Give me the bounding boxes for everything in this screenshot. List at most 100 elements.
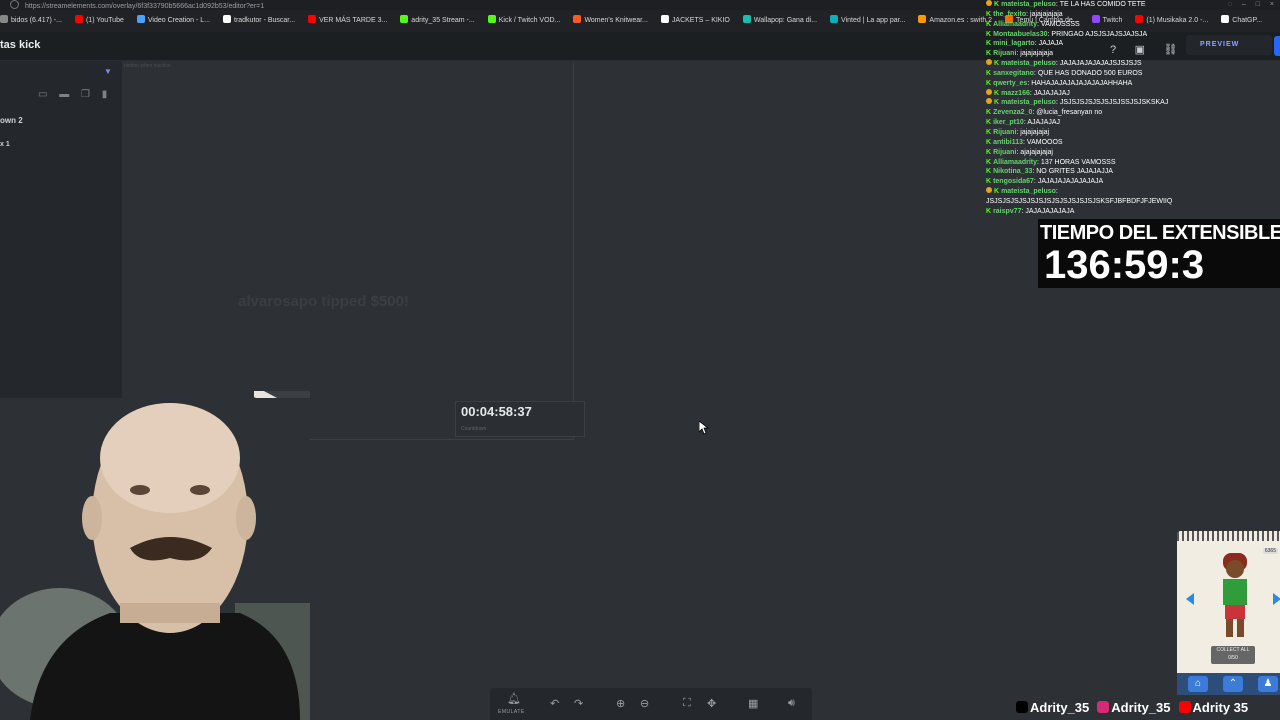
chat-message: Kiker_pt10: AJAJAJAJ — [986, 118, 1280, 128]
chat-username: Alliamaadrity — [993, 158, 1038, 166]
chat-username: sanxegitano — [993, 69, 1034, 77]
redo-icon[interactable]: ↷ — [574, 697, 583, 710]
chat-message: Kmazz166: JAJAJAJAJ — [986, 88, 1280, 99]
kick-badge-icon: K — [994, 60, 1000, 68]
chat-username: mateista_peluso — [1001, 188, 1056, 196]
url-text[interactable]: https://streamelements.com/overlay/6f3f3… — [25, 3, 264, 10]
chat-message: Kantibi113: VAMOOOS — [986, 138, 1280, 148]
game-nav: ⌂ ⌃ ♟ — [1177, 673, 1280, 695]
game-widget: 6365 COLLECT ALL 0/50 ⌂ ⌃ ♟ — [1177, 531, 1280, 695]
chat-text: NO GRITES JAJAJAJJA — [1036, 168, 1113, 176]
kick-badge-icon: K — [986, 40, 992, 48]
chat-message: K Rijuani: ajajajajajaj — [986, 148, 1280, 158]
overlay-title: tas kick — [0, 39, 41, 51]
chat-text: PRINGAO AJSJSJAJSJAJSJA — [1051, 30, 1148, 38]
chat-username: mateista_peluso — [1001, 60, 1056, 68]
chat-username: Montaabuelas30 — [993, 30, 1048, 38]
site-info-icon[interactable] — [10, 0, 19, 9]
bookmark-item[interactable]: bidos (6.417) -... — [0, 10, 62, 32]
chat-username: Rijuani — [993, 50, 1017, 58]
chat-text: QUE HAS DONADO 500 EUROS — [1037, 69, 1143, 77]
chat-message: K Rijuani: jajajajajaja — [986, 49, 1280, 59]
bookmark-favicon-icon — [830, 15, 839, 23]
social-handle: Adrity_35 — [1016, 700, 1089, 715]
webcam-feed — [0, 398, 310, 720]
chat-username: Alliamaadrity — [993, 20, 1038, 28]
chat-username: Rijuani — [993, 128, 1017, 136]
folder-icon[interactable]: ▬ — [59, 89, 69, 100]
bookmark-item[interactable]: Kick / Twitch VOD... — [487, 10, 560, 32]
chat-message: K Zevenza2_0: @lucia_fresanyan no — [986, 108, 1280, 118]
kick-badge-icon: K — [986, 128, 992, 136]
chat-text: ajajajajajaj — [1020, 148, 1053, 156]
bookmark-item[interactable]: Amazon.es : swith 2 — [918, 10, 992, 32]
emulate-button[interactable]: EMULATE — [498, 709, 525, 715]
widget-frame[interactable] — [124, 63, 574, 440]
folder-add-icon[interactable]: ▭ — [38, 89, 47, 100]
chat-text: HAHAJAJAJAJAJAJAJAHHAHA — [1031, 79, 1133, 87]
bookmark-favicon-icon — [223, 15, 231, 23]
moderator-badge-icon — [986, 0, 992, 6]
next-arrow-icon[interactable] — [1273, 593, 1280, 605]
bookmark-favicon-icon — [573, 15, 582, 23]
chat-message: JSJSJSJSJSJSJSJSJSJSJSJSJSJSKSFJBFBDFJFJ… — [986, 197, 1280, 207]
bookmark-item[interactable]: Wallapop: Gana di... — [742, 10, 818, 32]
coin-count: 6365 — [1262, 548, 1278, 554]
chat-text: jajajajajaja — [1030, 10, 1063, 18]
zoom-out-icon[interactable]: ⊖ — [640, 697, 649, 710]
kick-badge-icon: K — [986, 148, 992, 156]
bookmark-item[interactable]: Video Creation - L... — [136, 10, 210, 32]
kick-badge-icon: K — [994, 99, 1000, 107]
zoom-in-icon[interactable]: ⊕ — [616, 697, 625, 710]
undo-icon[interactable]: ↶ — [550, 697, 559, 710]
volume-icon[interactable]: 🔊︎ — [788, 697, 795, 710]
chat-text: VAMOOOS — [1026, 138, 1063, 146]
chat-message: Kmateista_peluso: JAJAJAJAJAJAJSJSJSJS — [986, 59, 1280, 69]
chat-text: @lucia_fresanyan no — [1036, 109, 1103, 117]
bookmark-item[interactable]: (1) YouTube — [74, 10, 124, 32]
extensible-timer: TIEMPO DEL EXTENSIBLE: 136:59:3 — [1038, 219, 1280, 288]
chat-text: JAJAJA — [1038, 40, 1064, 48]
bookmark-label: bidos (6.417) -... — [11, 17, 62, 24]
instagram-icon — [1097, 701, 1110, 713]
layer-item[interactable]: x 1 — [0, 141, 10, 148]
bookmark-favicon-icon — [308, 15, 317, 23]
upgrade-icon[interactable]: ⌃ — [1223, 676, 1243, 692]
previous-arrow-icon[interactable] — [1186, 593, 1194, 605]
tip-username: alvarosapo — [238, 293, 318, 310]
character-icon[interactable]: ♟ — [1258, 676, 1278, 692]
chat-text: jajajajajaja — [1020, 50, 1053, 58]
grid-icon[interactable]: ▦ — [748, 697, 758, 710]
collect-all-button[interactable]: COLLECT ALL 0/50 — [1211, 646, 1255, 664]
bookmark-item[interactable]: Vinted | La app par... — [830, 10, 905, 32]
bookmark-item[interactable]: VER MÁS TARDE 3... — [308, 10, 387, 32]
social-handle-text: Adrity_35 — [1111, 700, 1171, 715]
tip-alert-text[interactable]: alvarosapo tipped $500! — [238, 293, 409, 310]
kick-badge-icon: K — [994, 188, 1000, 196]
bookmark-label: Vinted | La app par... — [841, 17, 906, 24]
bookmark-favicon-icon — [400, 15, 409, 23]
bookmark-label: (1) YouTube — [85, 17, 124, 24]
kick-badge-icon: K — [994, 1, 1000, 8]
bookmark-item[interactable]: Women's Knitwear... — [573, 10, 648, 32]
tip-amount: $500! — [370, 293, 409, 310]
trash-icon[interactable]: ▮ — [102, 89, 108, 100]
bookmark-favicon-icon — [660, 15, 669, 23]
bookmark-item[interactable]: JACKETS – KIKIO — [660, 10, 730, 32]
bookmark-label: JACKETS – KIKIO — [671, 17, 730, 24]
bookmark-favicon-icon — [74, 15, 83, 23]
bookmark-item[interactable]: tradkutor - Buscar... — [223, 10, 295, 32]
center-icon[interactable]: ✥ — [707, 697, 716, 710]
bookmark-item[interactable]: adrity_35 Stream -... — [400, 10, 475, 32]
chat-message: K Montaabuelas30: PRINGAO AJSJSJAJSJAJSJA — [986, 30, 1280, 40]
chat-message: K Rijuani: jajajajajaj — [986, 128, 1280, 138]
chat-text: 137 HORAS VAMOSSS — [1040, 158, 1116, 166]
chevron-down-icon[interactable]: ▼ — [104, 67, 112, 76]
fit-screen-icon[interactable]: ⛶ — [683, 697, 691, 710]
moderator-badge-icon — [986, 88, 992, 95]
layer-item[interactable]: own 2 — [0, 116, 23, 125]
duplicate-icon[interactable]: ❐ — [81, 89, 90, 100]
home-icon[interactable]: ⌂ — [1188, 676, 1208, 692]
bookmark-label: Wallapop: Gana di... — [753, 17, 818, 24]
bell-icon[interactable]: 🔔︎ — [507, 692, 521, 705]
